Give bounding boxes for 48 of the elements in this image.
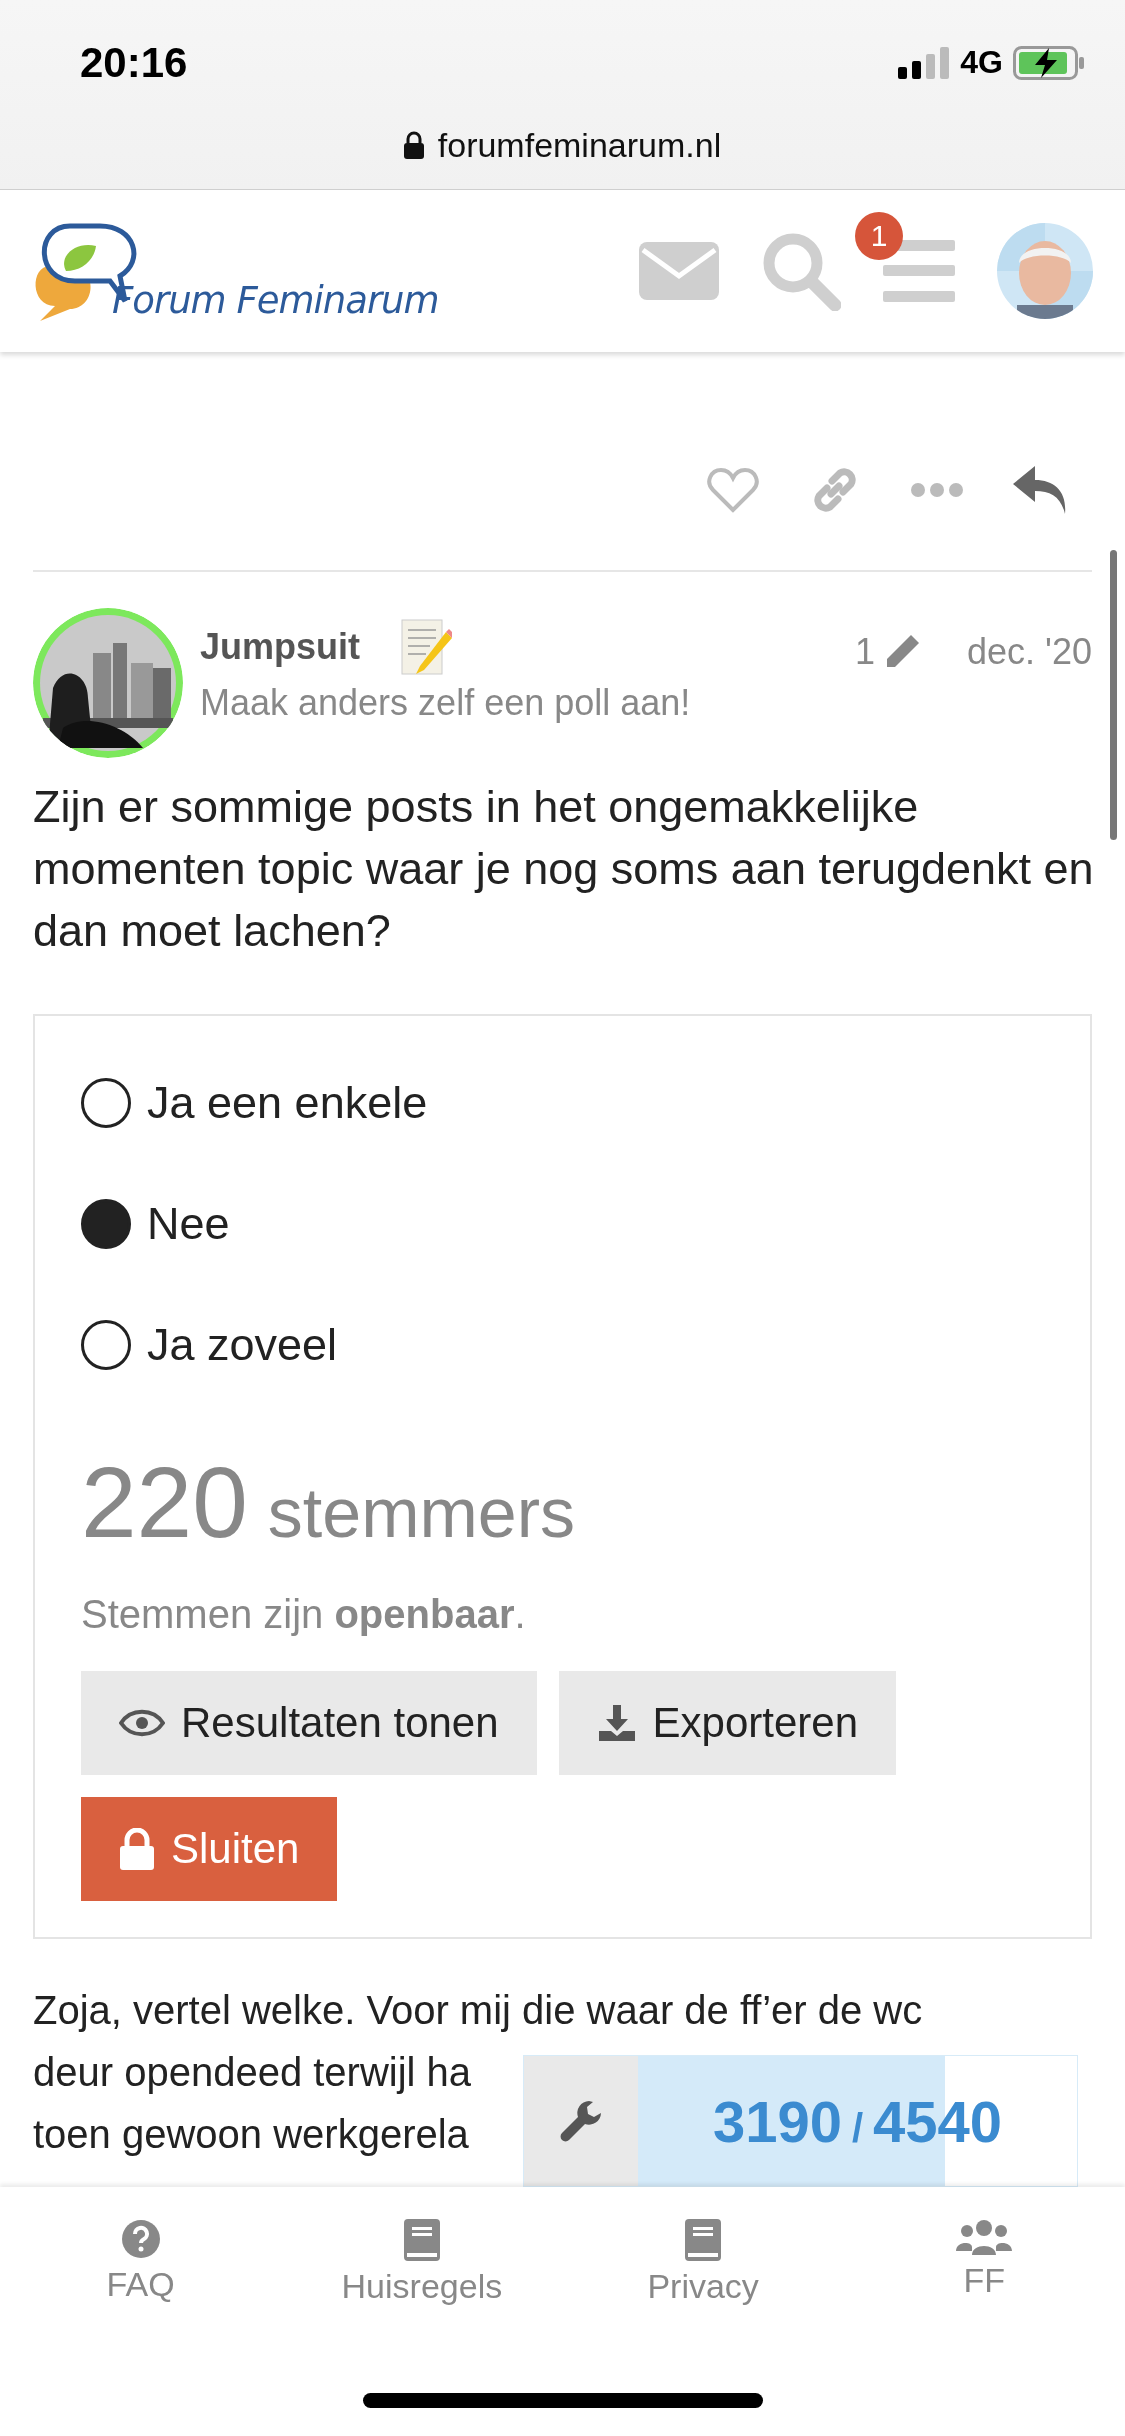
search-icon — [761, 231, 841, 311]
envelope-icon — [639, 242, 719, 300]
post-text: Zijn er sommige posts in het ongemakkelijke momenten topic waar je nog soms aan terugdenkt en dan moet lachen? — [33, 780, 1095, 958]
battery-charging-icon — [1013, 45, 1085, 80]
close-poll-button[interactable]: Sluiten — [81, 1797, 338, 1901]
eye-icon — [119, 1708, 165, 1738]
poll-option[interactable]: Ja zoveel — [81, 1284, 1044, 1405]
footer-link[interactable]: FAQ — [0, 2219, 282, 2306]
radio-button[interactable] — [81, 1319, 131, 1370]
footer-link[interactable]: Huisregels — [281, 2219, 563, 2306]
post-text: toen gewoon werkgerela — [33, 2111, 469, 2158]
heart-icon — [707, 467, 759, 513]
radio-button[interactable] — [81, 1077, 131, 1128]
address-bar[interactable]: forumfeminarum.nl — [437, 125, 722, 165]
post-text: Zoja, vertel welke. Voor mij die waar de ff’er de wc — [33, 1987, 923, 2034]
signal-icon — [898, 46, 951, 79]
author-name[interactable]: Jumpsuit — [200, 626, 360, 668]
notification-badge: 1 — [855, 212, 903, 260]
wrench-icon — [559, 2099, 603, 2143]
edit-history-button[interactable]: 1 — [855, 631, 922, 673]
users-icon — [956, 2219, 1013, 2255]
poll-button[interactable]: Resultaten tonen — [81, 1671, 537, 1775]
voter-label: stemmers — [267, 1473, 576, 1553]
post-date[interactable]: dec. '20 — [967, 631, 1092, 673]
user-title: Maak anders zelf een poll aan! — [200, 682, 692, 724]
poll-visibility-note: Stemmen zijn openbaar. — [81, 1592, 527, 1637]
download-icon — [596, 1703, 637, 1743]
radio-button[interactable] — [81, 1198, 131, 1249]
poll-option[interactable]: Nee — [81, 1163, 1044, 1284]
help-icon — [120, 2219, 161, 2259]
notepad-pencil-icon — [400, 618, 452, 676]
reply-icon — [1013, 466, 1067, 514]
book-icon — [403, 2219, 440, 2261]
status-time: 20:16 — [80, 38, 188, 87]
poll-option[interactable]: Ja een enkele — [81, 1042, 1044, 1163]
footer-link[interactable]: FF — [843, 2219, 1125, 2306]
lock-icon — [119, 1828, 155, 1870]
post-counter: 3190 / 4540 — [712, 2087, 1003, 2155]
network-type: 4G — [960, 44, 1003, 81]
topic-progress[interactable]: 3190 / 4540 — [523, 2055, 1078, 2187]
book-icon — [685, 2219, 722, 2261]
reply-button[interactable] — [1013, 466, 1067, 514]
post-text: deur opendeed terwijl ha — [33, 2049, 472, 2096]
ellipsis-icon — [911, 483, 963, 497]
lock-icon — [403, 131, 424, 159]
footer-link[interactable]: Privacy — [562, 2219, 844, 2306]
poll-button[interactable]: Exporteren — [558, 1671, 897, 1775]
voter-count: 220 — [81, 1445, 248, 1560]
